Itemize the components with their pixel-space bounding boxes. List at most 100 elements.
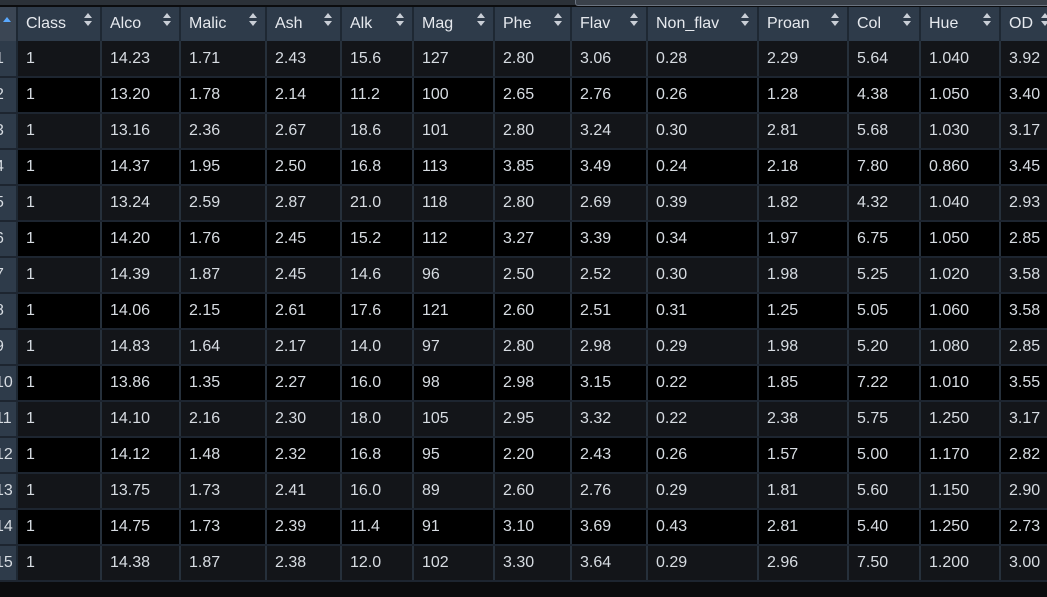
table-row[interactable]: 3113.162.362.6718.61012.803.240.302.815.…: [0, 113, 1047, 150]
table-cell: 3.58: [1000, 293, 1047, 330]
table-cell: 14.23: [101, 41, 181, 78]
table-row[interactable]: 12114.121.482.3216.8952.202.430.261.575.…: [0, 437, 1047, 474]
table-row[interactable]: 15114.381.872.3812.01023.303.640.292.967…: [0, 545, 1047, 582]
table-cell: 1: [17, 329, 102, 366]
table-cell: 2.61: [266, 293, 342, 330]
table-cell: 2.15: [180, 293, 267, 330]
table-cell: 2.50: [266, 149, 342, 186]
sort-arrows-icon[interactable]: [396, 13, 404, 29]
table-cell: 1.080: [920, 329, 1001, 366]
column-header-label: Alk: [350, 15, 373, 32]
table-cell: 2.43: [571, 437, 648, 474]
table-row[interactable]: 10113.861.352.2716.0982.983.150.221.857.…: [0, 365, 1047, 402]
table-cell: 1.98: [758, 257, 849, 294]
column-header-label: Ash: [275, 15, 303, 32]
sort-arrows-icon[interactable]: [324, 13, 332, 29]
table-cell: 1.48: [180, 437, 267, 474]
table-row[interactable]: 5113.242.592.8721.01182.802.690.391.824.…: [0, 185, 1047, 222]
row-number-label: 12: [0, 446, 13, 463]
table-cell: 6.75: [848, 221, 921, 258]
table-row[interactable]: 1114.231.712.4315.61272.803.060.282.295.…: [0, 41, 1047, 78]
table-cell: 2.30: [266, 401, 342, 438]
sort-arrows-icon[interactable]: [983, 13, 991, 29]
row-number: 14: [0, 509, 18, 546]
column-header-alk[interactable]: Alk: [341, 7, 414, 41]
table-cell: 1.95: [180, 149, 267, 186]
sort-arrows-icon[interactable]: [831, 13, 839, 29]
sort-arrows-icon[interactable]: [903, 13, 911, 29]
sort-arrows-icon[interactable]: [741, 13, 749, 29]
table-row[interactable]: 11114.102.162.3018.01052.953.320.222.385…: [0, 401, 1047, 438]
row-number: 8: [0, 293, 18, 330]
table-cell: 1.35: [180, 365, 267, 402]
row-number-header[interactable]: [0, 7, 18, 41]
column-header-col[interactable]: Col: [848, 7, 921, 41]
table-cell: 1.150: [920, 473, 1001, 510]
table-row[interactable]: 7114.391.872.4514.6962.502.520.301.985.2…: [0, 257, 1047, 294]
table-cell: 2.36: [180, 113, 267, 150]
column-header-alco[interactable]: Alco: [101, 7, 181, 41]
table-cell: 5.60: [848, 473, 921, 510]
row-number-label: 3: [0, 122, 4, 139]
sort-arrows-icon[interactable]: [249, 13, 257, 29]
table-cell: 1: [17, 545, 102, 582]
table-cell: 127: [413, 41, 495, 78]
table-cell: 1: [17, 185, 102, 222]
column-header-label: Class: [26, 15, 67, 32]
column-header-label: Hue: [929, 15, 959, 32]
column-header-proan[interactable]: Proan: [758, 7, 849, 41]
table-cell: 0.26: [647, 437, 759, 474]
table-cell: 1.040: [920, 185, 1001, 222]
sort-arrows-icon[interactable]: [554, 13, 562, 29]
table-row[interactable]: 9114.831.642.1714.0972.802.980.291.985.2…: [0, 329, 1047, 366]
table-cell: 2.76: [571, 473, 648, 510]
table-row[interactable]: 6114.201.762.4515.21123.273.390.341.976.…: [0, 221, 1047, 258]
table-row[interactable]: 2113.201.782.1411.21002.652.760.261.284.…: [0, 77, 1047, 114]
table-cell: 2.27: [266, 365, 342, 402]
row-number: 6: [0, 221, 18, 258]
table-cell: 14.75: [101, 509, 181, 546]
horizontal-scrollbar-thumb[interactable]: [575, 0, 1047, 6]
table-cell: 0.34: [647, 221, 759, 258]
table-cell: 2.85: [1000, 221, 1047, 258]
table-cell: 1: [17, 293, 102, 330]
table-cell: 2.16: [180, 401, 267, 438]
table-row[interactable]: 13113.751.732.4116.0892.602.760.291.815.…: [0, 473, 1047, 510]
table-cell: 1.98: [758, 329, 849, 366]
table-cell: 1.64: [180, 329, 267, 366]
row-number-label: 9: [0, 338, 4, 355]
column-header-ash[interactable]: Ash: [266, 7, 342, 41]
table-cell: 3.10: [494, 509, 572, 546]
table-cell: 101: [413, 113, 495, 150]
column-header-class[interactable]: Class: [17, 7, 102, 41]
column-header-malic[interactable]: Malic: [180, 7, 267, 41]
table-cell: 3.27: [494, 221, 572, 258]
sort-arrows-icon[interactable]: [1041, 13, 1047, 29]
row-number: 7: [0, 257, 18, 294]
sort-arrows-icon[interactable]: [477, 13, 485, 29]
column-header-mag[interactable]: Mag: [413, 7, 495, 41]
table-row[interactable]: 8114.062.152.6117.61212.602.510.311.255.…: [0, 293, 1047, 330]
table-cell: 7.50: [848, 545, 921, 582]
sort-arrows-icon[interactable]: [84, 13, 92, 29]
column-header-label: Flav: [580, 15, 611, 32]
table-row[interactable]: 4114.371.952.5016.81133.853.490.242.187.…: [0, 149, 1047, 186]
table-row[interactable]: 14114.751.732.3911.4913.103.690.432.815.…: [0, 509, 1047, 546]
table-cell: 3.92: [1000, 41, 1047, 78]
table-cell: 14.06: [101, 293, 181, 330]
column-header-non-flav[interactable]: Non_flav: [647, 7, 759, 41]
table-cell: 15.2: [341, 221, 414, 258]
column-header-od[interactable]: OD: [1000, 7, 1047, 41]
table-cell: 3.24: [571, 113, 648, 150]
table-cell: 1: [17, 437, 102, 474]
sort-arrows-icon[interactable]: [630, 13, 638, 29]
column-header-label: Col: [857, 15, 882, 32]
table-cell: 2.45: [266, 257, 342, 294]
table-cell: 0.26: [647, 77, 759, 114]
column-header-flav[interactable]: Flav: [571, 7, 648, 41]
table-cell: 2.65: [494, 77, 572, 114]
column-header-phe[interactable]: Phe: [494, 7, 572, 41]
column-header-hue[interactable]: Hue: [920, 7, 1001, 41]
sort-arrows-icon[interactable]: [163, 13, 171, 29]
column-header-label: Non_flav: [656, 15, 720, 32]
